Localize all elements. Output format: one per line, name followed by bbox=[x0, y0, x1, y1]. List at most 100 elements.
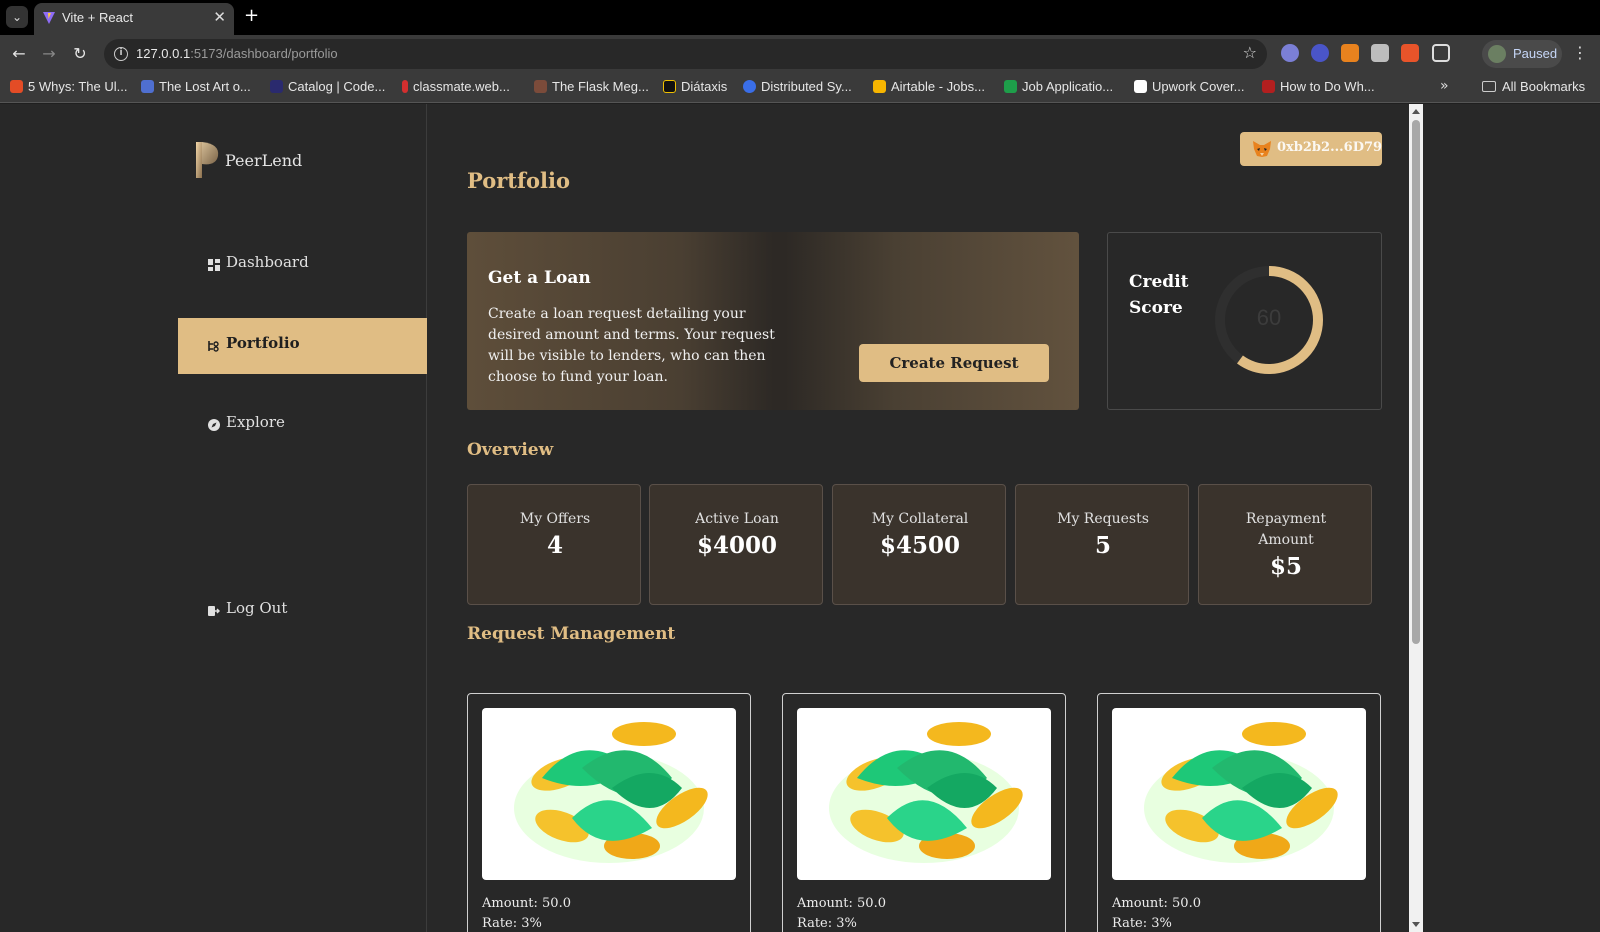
bookmark-star-icon[interactable]: ☆ bbox=[1243, 43, 1257, 62]
bookmark-item[interactable]: How to Do Wh... bbox=[1262, 79, 1375, 97]
stat-value: $4000 bbox=[696, 532, 778, 559]
all-bookmarks-button[interactable]: All Bookmarks bbox=[1482, 79, 1585, 94]
sidebar-item-portfolio[interactable]: Portfolio bbox=[178, 318, 427, 374]
money-illustration bbox=[482, 708, 736, 880]
forward-button[interactable]: → bbox=[38, 43, 60, 65]
stat-label: Repayment Amount bbox=[1245, 511, 1327, 548]
extensions-puzzle-icon[interactable] bbox=[1432, 44, 1450, 62]
bookmark-favicon-icon bbox=[1262, 80, 1275, 93]
bookmark-favicon-icon bbox=[141, 80, 154, 93]
browser-toolbar: ← → ↻ i 127.0.0.1:5173/dashboard/portfol… bbox=[0, 35, 1600, 73]
tab-search-button[interactable]: ⌄ bbox=[6, 6, 28, 28]
logout-button[interactable]: Log Out bbox=[178, 583, 427, 639]
bookmark-item[interactable]: Distributed Sy... bbox=[743, 79, 852, 97]
bookmark-favicon-icon bbox=[873, 80, 886, 93]
stat-label: My Offers bbox=[519, 511, 591, 527]
tab-title: Vite + React bbox=[62, 10, 133, 25]
extension-icon[interactable] bbox=[1371, 44, 1389, 62]
dashboard-icon bbox=[208, 259, 220, 271]
sidebar-item-explore[interactable]: Explore bbox=[178, 397, 427, 453]
money-illustration bbox=[797, 708, 1051, 880]
new-tab-button[interactable]: + bbox=[244, 5, 259, 26]
credit-score-title: Credit Score bbox=[1129, 272, 1189, 318]
stat-value: $5 bbox=[1269, 553, 1302, 580]
logo-text: PeerLend bbox=[225, 151, 303, 170]
reload-button[interactable]: ↻ bbox=[69, 43, 91, 65]
metamask-extension-icon[interactable] bbox=[1341, 44, 1359, 62]
page-title: Portfolio bbox=[467, 168, 571, 193]
stat-card-my-offers: My Offers 4 bbox=[467, 484, 641, 605]
money-illustration bbox=[1112, 708, 1366, 880]
profile-status: Paused bbox=[1513, 46, 1558, 61]
bookmark-favicon-icon bbox=[270, 80, 283, 93]
bookmark-favicon-icon bbox=[402, 80, 408, 93]
avatar bbox=[1488, 45, 1506, 63]
request-card[interactable]: Amount: 50.0 Rate: 3% bbox=[467, 693, 751, 932]
overview-title: Overview bbox=[467, 440, 554, 460]
site-info-icon[interactable]: i bbox=[114, 47, 128, 61]
loan-card-description: Create a loan request detailing your des… bbox=[488, 306, 775, 385]
bookmark-item[interactable]: Diátaxis bbox=[663, 79, 727, 97]
stat-card-my-collateral: My Collateral $4500 bbox=[832, 484, 1006, 605]
browser-chrome: ⌄ Vite + React ✕ + ← → ↻ i 127.0.0.1:517… bbox=[0, 0, 1600, 104]
page-scrollbar[interactable] bbox=[1409, 104, 1423, 932]
request-management-title: Request Management bbox=[467, 624, 676, 644]
stat-card-active-loan: Active Loan $4000 bbox=[649, 484, 823, 605]
request-rate: Rate: 3% bbox=[482, 916, 542, 931]
bookmark-favicon-icon bbox=[10, 80, 23, 93]
extension-icon[interactable] bbox=[1281, 44, 1299, 62]
money-illustration-icon bbox=[829, 722, 1023, 863]
bookmark-item[interactable]: The Flask Meg... bbox=[534, 79, 649, 97]
bookmark-favicon-icon bbox=[534, 80, 547, 93]
bookmark-favicon-icon bbox=[1004, 80, 1017, 93]
stat-value: 5 bbox=[1094, 532, 1111, 559]
browser-menu-icon[interactable]: ⋮ bbox=[1572, 43, 1588, 62]
sidebar-item-dashboard[interactable]: Dashboard bbox=[178, 237, 427, 293]
profile-button[interactable]: Paused bbox=[1482, 40, 1562, 68]
main-content: 0xb2b2...6D79 Portfolio Get a Loan Creat… bbox=[427, 104, 1417, 932]
metamask-fox-icon bbox=[1253, 141, 1271, 157]
request-rate: Rate: 3% bbox=[1112, 916, 1172, 931]
scrollbar-thumb[interactable] bbox=[1412, 120, 1420, 644]
bookmark-item[interactable]: Catalog | Code... bbox=[270, 79, 385, 97]
bookmark-item[interactable]: classmate.web... bbox=[402, 79, 510, 97]
create-request-button[interactable]: Create Request bbox=[859, 344, 1049, 382]
page-content: PeerLend Dashboard Portfolio Explore Log… bbox=[0, 104, 1600, 932]
sidebar-item-label: Explore bbox=[226, 413, 285, 431]
browser-tab[interactable]: Vite + React ✕ bbox=[34, 3, 234, 35]
request-card[interactable]: Amount: 50.0 Rate: 3% bbox=[1097, 693, 1381, 932]
sidebar-item-label: Dashboard bbox=[226, 253, 309, 271]
credit-score-value: 60 bbox=[1256, 305, 1282, 330]
bookmark-item[interactable]: Airtable - Jobs... bbox=[873, 79, 985, 97]
request-card[interactable]: Amount: 50.0 Rate: 3% bbox=[782, 693, 1066, 932]
wallet-address-button[interactable]: 0xb2b2...6D79 bbox=[1240, 132, 1382, 166]
get-loan-card: Get a Loan Create a loan request detaili… bbox=[467, 232, 1079, 410]
compass-icon bbox=[208, 419, 220, 431]
bookmark-item[interactable]: Upwork Cover... bbox=[1134, 79, 1244, 97]
address-bar[interactable]: i 127.0.0.1:5173/dashboard/portfolio ☆ bbox=[104, 39, 1267, 69]
scroll-up-arrow-icon[interactable] bbox=[1412, 109, 1420, 114]
request-amount: Amount: 50.0 bbox=[482, 896, 571, 911]
bookmark-item[interactable]: Job Applicatio... bbox=[1004, 79, 1113, 97]
request-rate: Rate: 3% bbox=[797, 916, 857, 931]
more-bookmarks-icon[interactable]: » bbox=[1440, 78, 1449, 94]
logout-label: Log Out bbox=[226, 599, 288, 617]
tab-bar: ⌄ Vite + React ✕ + bbox=[0, 0, 1600, 35]
stat-label: My Collateral bbox=[871, 511, 969, 527]
back-button[interactable]: ← bbox=[8, 43, 30, 65]
wallet-address: 0xb2b2...6D79 bbox=[1277, 140, 1383, 155]
bookmark-item[interactable]: The Lost Art o... bbox=[141, 79, 251, 97]
bookmark-item[interactable]: 5 Whys: The Ul... bbox=[10, 79, 127, 97]
stat-label: Active Loan bbox=[695, 511, 779, 527]
portfolio-icon bbox=[208, 341, 219, 352]
scroll-down-arrow-icon[interactable] bbox=[1412, 922, 1420, 927]
extension-icon[interactable] bbox=[1401, 44, 1419, 62]
stat-label: My Requests bbox=[1057, 511, 1149, 527]
loan-card-title: Get a Loan bbox=[488, 268, 591, 288]
close-tab-icon[interactable]: ✕ bbox=[213, 8, 226, 26]
extension-icon[interactable] bbox=[1311, 44, 1329, 62]
request-amount: Amount: 50.0 bbox=[1112, 896, 1201, 911]
peerlend-logo-icon bbox=[196, 142, 219, 178]
stat-value: $4500 bbox=[879, 532, 961, 559]
url-text: 127.0.0.1:5173/dashboard/portfolio bbox=[136, 46, 338, 61]
